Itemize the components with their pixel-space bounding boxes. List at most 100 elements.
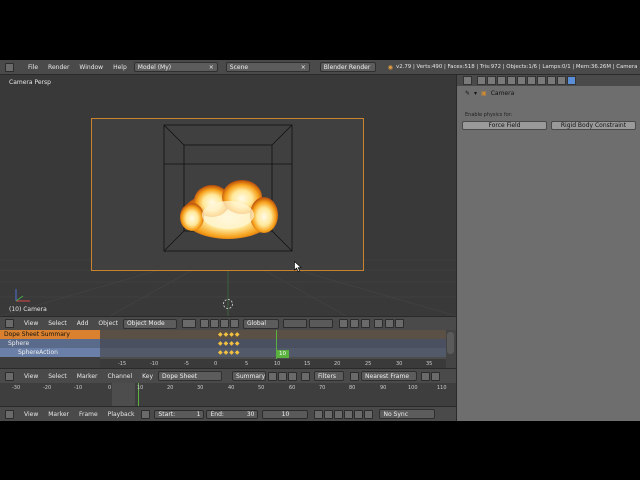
modifiers-tab-icon[interactable] — [537, 76, 546, 85]
menu-render[interactable]: Render — [48, 64, 69, 71]
auto-snap-icon[interactable] — [350, 371, 360, 381]
menu-select[interactable]: Select — [48, 320, 67, 327]
end-frame-field[interactable]: End: 30 — [206, 409, 259, 419]
dopesheet-ruler[interactable]: -15 -10 -5 0 5 10 15 20 25 30 35 — [100, 359, 446, 368]
preview-range-icon[interactable] — [141, 409, 151, 419]
keyframe-diamonds-summary[interactable]: ◆◆◆◆ — [218, 331, 240, 338]
manipulator-icon[interactable] — [209, 319, 219, 328]
channel-sphere[interactable]: Sphere — [0, 339, 100, 348]
current-frame-field[interactable]: 10 — [262, 409, 309, 419]
show-hidden-icon[interactable] — [278, 371, 288, 381]
menu-playback[interactable]: Playback — [108, 411, 135, 418]
constraints-tab-icon[interactable] — [527, 76, 536, 85]
rigid-body-constraint-button[interactable]: Rigid Body Constraint — [551, 121, 636, 130]
timeline-editor[interactable]: -30 -20 -10 0 10 20 30 40 50 60 70 80 90… — [0, 383, 456, 406]
only-errors-icon[interactable] — [288, 371, 298, 381]
menu-window[interactable]: Window — [79, 64, 103, 71]
proportional-edit-icon[interactable] — [349, 319, 359, 328]
prev-keyframe-icon[interactable] — [324, 409, 334, 419]
viewport-title: Camera Persp — [9, 79, 51, 86]
force-field-button[interactable]: Force Field — [462, 121, 547, 130]
rotate-icon[interactable] — [229, 319, 239, 328]
menu-view[interactable]: View — [24, 320, 38, 327]
camera-object-icon: ▣ — [481, 89, 487, 97]
texture-tab-icon[interactable] — [557, 76, 566, 85]
physics-tab-icon[interactable] — [567, 76, 576, 85]
dope-sheet-editor[interactable]: Dope Sheet Summary Sphere SphereAction ◆… — [0, 330, 456, 368]
menu-object[interactable]: Object — [98, 320, 118, 327]
close-icon[interactable]: × — [209, 64, 214, 71]
jump-start-icon[interactable] — [314, 409, 324, 419]
layer-buttons-2[interactable] — [308, 319, 333, 328]
render-tab-icon[interactable] — [477, 76, 486, 85]
jump-end-icon[interactable] — [364, 409, 374, 419]
camera-frame — [91, 118, 364, 271]
start-frame-label: Start: — [158, 410, 176, 418]
3d-viewport[interactable]: Camera Persp (10) Camera — [0, 75, 456, 316]
ruler-tick: -15 — [118, 361, 127, 367]
copy-keys-icon[interactable] — [421, 371, 431, 381]
3d-cursor-icon[interactable] — [222, 298, 234, 310]
sync-mode-selector[interactable]: No Sync — [379, 409, 436, 419]
menu-view[interactable]: View — [24, 411, 38, 418]
menu-select[interactable]: Select — [48, 373, 67, 380]
world-tab-icon[interactable] — [507, 76, 516, 85]
keyframe-diamonds-sphere[interactable]: ◆◆◆◆ — [218, 340, 240, 347]
scene-selector[interactable]: Scene × — [225, 62, 310, 72]
keyframe-diamonds-action[interactable]: ◆◆◆◆ — [218, 349, 240, 356]
menu-key[interactable]: Key — [142, 373, 153, 380]
close-icon[interactable]: × — [301, 64, 306, 71]
channel-sphere-action[interactable]: SphereAction — [0, 348, 100, 357]
scene-tab-icon[interactable] — [497, 76, 506, 85]
summary-toggle[interactable]: Summary — [232, 371, 267, 381]
interaction-mode-selector[interactable]: Object Mode — [122, 318, 177, 329]
screen-layout-selector[interactable]: Model (My) × — [133, 62, 218, 72]
menu-view[interactable]: View — [24, 373, 38, 380]
letterbox-bottom — [0, 421, 640, 480]
only-selected-icon[interactable] — [268, 371, 278, 381]
dopesheet-scrollbar[interactable] — [447, 332, 454, 354]
menu-frame[interactable]: Frame — [79, 411, 98, 418]
shading-icon[interactable] — [181, 319, 196, 328]
play-reverse-icon[interactable] — [334, 409, 344, 419]
translate-icon[interactable] — [219, 319, 229, 328]
explosion-fire — [180, 180, 278, 239]
menu-file[interactable]: File — [28, 64, 38, 71]
editor-type-icon[interactable] — [5, 409, 14, 419]
channel-summary[interactable]: Dope Sheet Summary — [0, 330, 100, 339]
transform-orientation-selector[interactable]: Global — [242, 318, 279, 329]
start-frame-field[interactable]: Start: 1 — [154, 409, 205, 419]
editor-type-icon[interactable] — [463, 76, 472, 85]
lock-layers-icon[interactable] — [338, 319, 348, 328]
dopesheet-mode-selector[interactable]: Dope Sheet — [158, 371, 223, 381]
editor-type-icon[interactable] — [5, 62, 14, 72]
editor-type-icon[interactable] — [5, 371, 14, 381]
object-tab-icon[interactable] — [517, 76, 526, 85]
next-keyframe-icon[interactable] — [354, 409, 364, 419]
render-engine-selector[interactable]: Blender Render — [319, 62, 376, 72]
layers-tab-icon[interactable] — [487, 76, 496, 85]
opengl-anim-icon[interactable] — [394, 319, 404, 328]
paste-keys-icon[interactable] — [431, 371, 441, 381]
menu-marker[interactable]: Marker — [48, 411, 69, 418]
keyframe-area[interactable]: ◆◆◆◆ ◆◆◆◆ ◆◆◆◆ 10 -15 -10 -5 0 5 10 15 2… — [100, 330, 446, 368]
menu-add[interactable]: Add — [77, 320, 89, 327]
layer-buttons[interactable] — [282, 319, 307, 328]
filter-icon[interactable] — [301, 371, 311, 381]
menu-marker[interactable]: Marker — [77, 373, 98, 380]
ruler-tick: 30 — [396, 361, 403, 367]
filters-button[interactable]: Filters — [314, 371, 345, 381]
editor-type-icon[interactable] — [5, 319, 14, 328]
opengl-render-icon[interactable] — [384, 319, 394, 328]
pivot-icon[interactable] — [199, 319, 209, 328]
snap-target-icon[interactable] — [373, 319, 383, 328]
menu-channel[interactable]: Channel — [108, 373, 133, 380]
play-icon[interactable] — [344, 409, 354, 419]
pin-icon[interactable]: ✎ — [465, 90, 470, 97]
snap-mode-selector[interactable]: Nearest Frame — [361, 371, 418, 381]
menu-help[interactable]: Help — [113, 64, 127, 71]
scene-stats: v2.79 | Verts:490 | Faces:518 | Tris:972… — [396, 64, 638, 70]
snap-icon[interactable] — [360, 319, 370, 328]
data-tab-icon[interactable] — [547, 76, 556, 85]
current-frame-indicator[interactable]: 10 — [276, 350, 289, 358]
